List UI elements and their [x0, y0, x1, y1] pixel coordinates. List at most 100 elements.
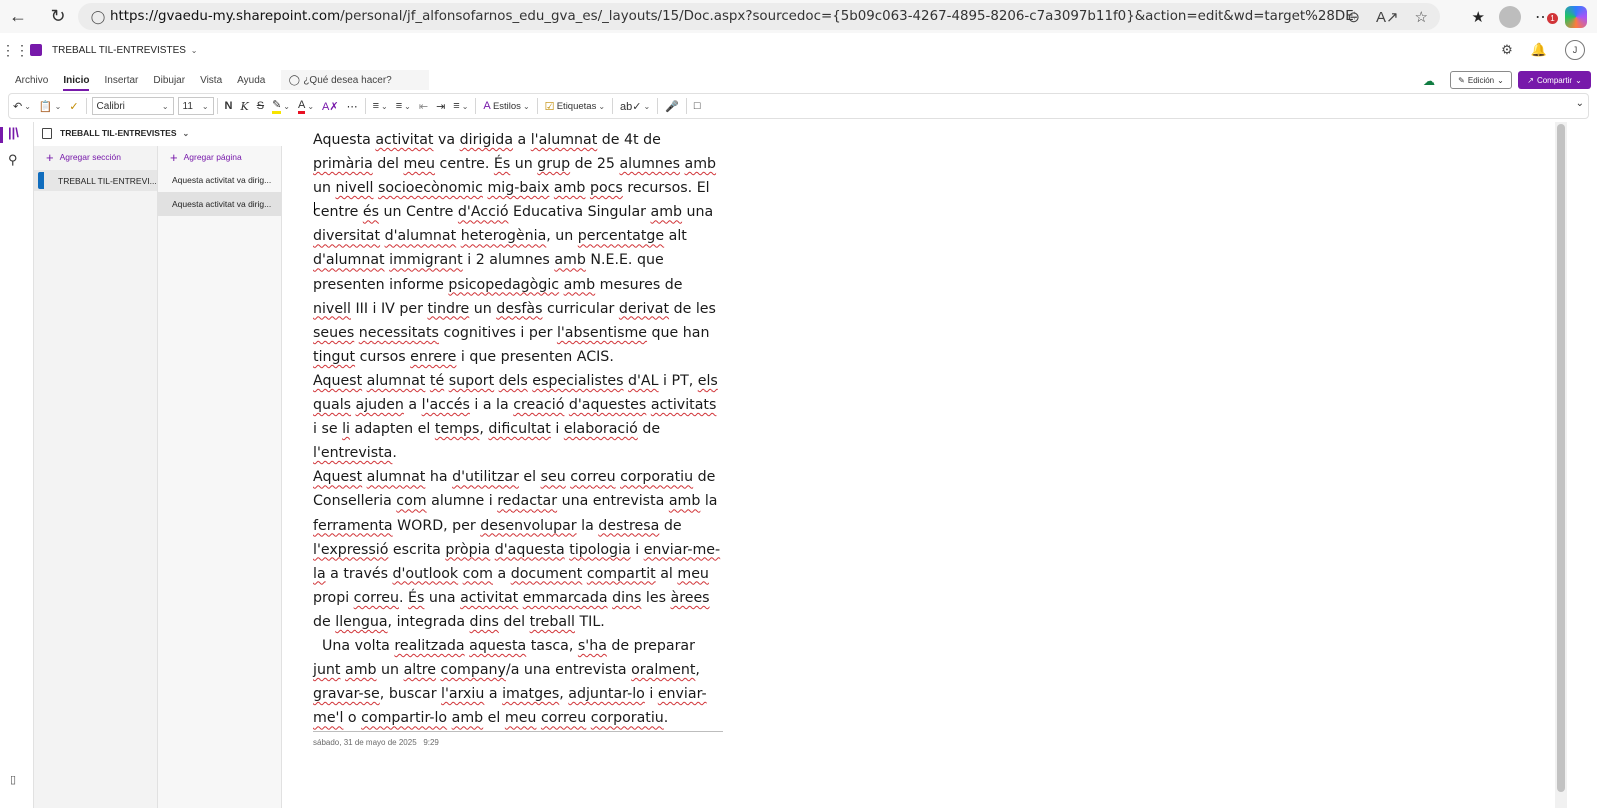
chevron-down-icon: ⌄: [201, 101, 209, 111]
add-section-label: Agregar sección: [59, 152, 122, 162]
zoom-out-icon[interactable]: ⊖: [1347, 8, 1360, 26]
url-host: https://gvaedu-my.sharepoint.com: [110, 9, 341, 24]
favorites-icon[interactable]: ★: [1472, 8, 1485, 26]
add-section-button[interactable]: + Agregar sección: [34, 146, 157, 168]
copilot-icon[interactable]: [1565, 5, 1587, 28]
back-arrow-icon[interactable]: ←: [4, 3, 32, 31]
chevron-down-icon: ⌄: [190, 45, 198, 55]
styles-button[interactable]: A Estilos ⌄: [479, 95, 533, 117]
notebook-header[interactable]: TREBALL TIL-ENTREVISTES ⌄: [34, 122, 282, 144]
section-label: TREBALL TIL-ENTREVI...: [58, 175, 157, 186]
tab-vista[interactable]: Vista: [200, 69, 222, 91]
more-icon: ⋯: [346, 100, 358, 113]
app-header: ⋮⋮ TREBALL TIL-ENTREVISTES ⌄ ⚙ 🔔 J: [0, 38, 1597, 62]
bold-button[interactable]: N: [221, 95, 237, 117]
sticky-note-button[interactable]: □: [690, 95, 705, 117]
chevron-down-icon: ⌄: [24, 101, 31, 111]
settings-gear-icon[interactable]: ⚙: [1501, 42, 1513, 58]
notification-badge: 1: [1547, 12, 1558, 24]
italic-button[interactable]: K: [237, 95, 253, 117]
chevron-down-icon: ⌄: [182, 128, 190, 138]
numbering-button[interactable]: ≡ ⌄: [392, 95, 415, 117]
notebook-title-text: TREBALL TIL-ENTREVISTES: [52, 44, 186, 56]
font-family-select[interactable]: Calibri ⌄: [91, 97, 174, 115]
paragraph-2[interactable]: Aquest alumnat té suport dels especialis…: [313, 369, 723, 465]
notifications-bell-icon[interactable]: 🔔: [1531, 42, 1547, 58]
font-color-icon: A: [297, 99, 306, 114]
address-bar[interactable]: ◯ https://gvaedu-my.sharepoint.com/perso…: [78, 3, 1440, 30]
paragraph-1[interactable]: Aquesta activitat va dirigida a l'alumna…: [313, 128, 723, 369]
ribbon-tabs: Archivo Inicio Insertar Dibujar Vista Ay…: [0, 69, 1597, 91]
refresh-icon[interactable]: ↻: [44, 3, 72, 31]
clipboard-icon: 📋: [38, 100, 53, 113]
paragraph-4[interactable]: Una volta realitzada aquesta tasca, s'ha…: [313, 634, 723, 730]
vertical-scrollbar[interactable]: [1555, 122, 1567, 808]
chevron-down-icon: ⌄: [283, 101, 290, 111]
chevron-down-icon: ⌄: [161, 101, 169, 111]
undo-button[interactable]: ↶ ⌄: [9, 95, 35, 117]
tab-dibujar[interactable]: Dibujar: [153, 69, 185, 91]
more-options-icon[interactable]: ⋯ 1: [1535, 7, 1558, 27]
spelling-check-icon: ab✓: [620, 100, 642, 113]
pages-pane: + Agregar página Aquesta activitat va dir…: [158, 146, 282, 808]
separator: [216, 98, 218, 114]
chevron-down-icon: ⌄: [381, 101, 388, 111]
font-color-button[interactable]: A ⌄: [294, 95, 318, 117]
chevron-down-icon: ⌄: [1497, 75, 1504, 85]
section-color-tab: [38, 172, 44, 189]
read-aloud-icon[interactable]: A↗: [1376, 8, 1399, 26]
page-canvas[interactable]: Aquesta activitat va dirigida a l'alumna…: [282, 122, 1555, 808]
tab-inicio[interactable]: Inicio: [63, 69, 90, 91]
url-text[interactable]: https://gvaedu-my.sharepoint.com/persona…: [110, 9, 1355, 24]
tell-me-search[interactable]: ◯ ¿Qué desea hacer?: [281, 70, 430, 90]
section-item[interactable]: TREBALL TIL-ENTREVI...: [34, 170, 157, 191]
tab-archivo[interactable]: Archivo: [15, 69, 48, 91]
editing-mode-button[interactable]: ✎ Edición ⌄: [1450, 71, 1512, 89]
search-icon[interactable]: ⚲: [8, 152, 18, 168]
tags-button[interactable]: ☑ Etiquetas ⌄: [541, 95, 609, 117]
more-formatting-button[interactable]: ⋯: [343, 95, 362, 117]
separator: [536, 98, 538, 114]
tab-ayuda[interactable]: Ayuda: [237, 69, 265, 91]
decrease-indent-button[interactable]: ⇤: [415, 95, 432, 117]
outdent-icon: ⇤: [418, 100, 429, 113]
bullets-button[interactable]: ≡ ⌄: [369, 95, 392, 117]
tell-me-placeholder: ¿Qué desea hacer?: [303, 74, 392, 86]
increase-indent-button[interactable]: ⇥: [432, 95, 449, 117]
sync-status-icon[interactable]: ☁: [1423, 74, 1435, 88]
browser-profile-icon[interactable]: [1499, 5, 1521, 28]
bullet-list-icon: ≡: [372, 100, 380, 112]
format-painter-button[interactable]: ✓: [65, 95, 82, 117]
add-page-button[interactable]: + Agregar página: [158, 146, 281, 168]
tab-insertar[interactable]: Insertar: [104, 69, 138, 91]
paste-button[interactable]: 📋 ⌄: [35, 95, 65, 117]
favorite-star-icon[interactable]: ☆: [1415, 8, 1428, 26]
tags-label: Etiquetas: [556, 100, 597, 112]
expand-ribbon-icon[interactable]: ⌄: [1576, 98, 1584, 109]
site-info-icon[interactable]: ◯: [86, 9, 110, 25]
feedback-icon[interactable]: ▯: [10, 773, 16, 786]
notebook-title[interactable]: TREBALL TIL-ENTREVISTES ⌄: [52, 45, 197, 56]
note-content[interactable]: Aquesta activitat va dirigida a l'alumna…: [313, 128, 723, 730]
page-title-rule: [313, 731, 723, 732]
clear-formatting-button[interactable]: A✗: [318, 95, 343, 117]
strikethrough-button[interactable]: S: [253, 95, 268, 117]
share-button[interactable]: ↗ Compartir ⌄: [1518, 71, 1591, 89]
font-size-select[interactable]: 11 ⌄: [177, 97, 214, 115]
user-avatar[interactable]: J: [1565, 40, 1585, 60]
app-launcher-icon[interactable]: ⋮⋮: [0, 42, 30, 59]
scrollbar-thumb[interactable]: [1557, 124, 1565, 792]
chevron-down-icon: ⌄: [1575, 75, 1582, 85]
alignment-button[interactable]: ≡ ⌄: [449, 95, 472, 117]
paragraph-3[interactable]: Aquest alumnat ha d'utilitzar el seu cor…: [313, 465, 723, 634]
notebooks-library-icon[interactable]: ||\: [8, 125, 19, 140]
page-item-selected[interactable]: Aquesta activitat va dirig...: [158, 192, 281, 216]
pencil-icon: ✎: [1458, 75, 1465, 85]
dictate-button[interactable]: 🎤: [661, 95, 683, 117]
spelling-button[interactable]: ab✓ ⌄: [616, 95, 654, 117]
page-item[interactable]: Aquesta activitat va dirig...: [158, 168, 281, 192]
page-timestamp: sábado, 31 de mayo de 2025 9:29: [313, 738, 439, 747]
share-icon: ↗: [1527, 75, 1534, 85]
clear-formatting-icon: A✗: [322, 100, 339, 113]
highlight-button[interactable]: ✎ ⌄: [268, 95, 294, 117]
